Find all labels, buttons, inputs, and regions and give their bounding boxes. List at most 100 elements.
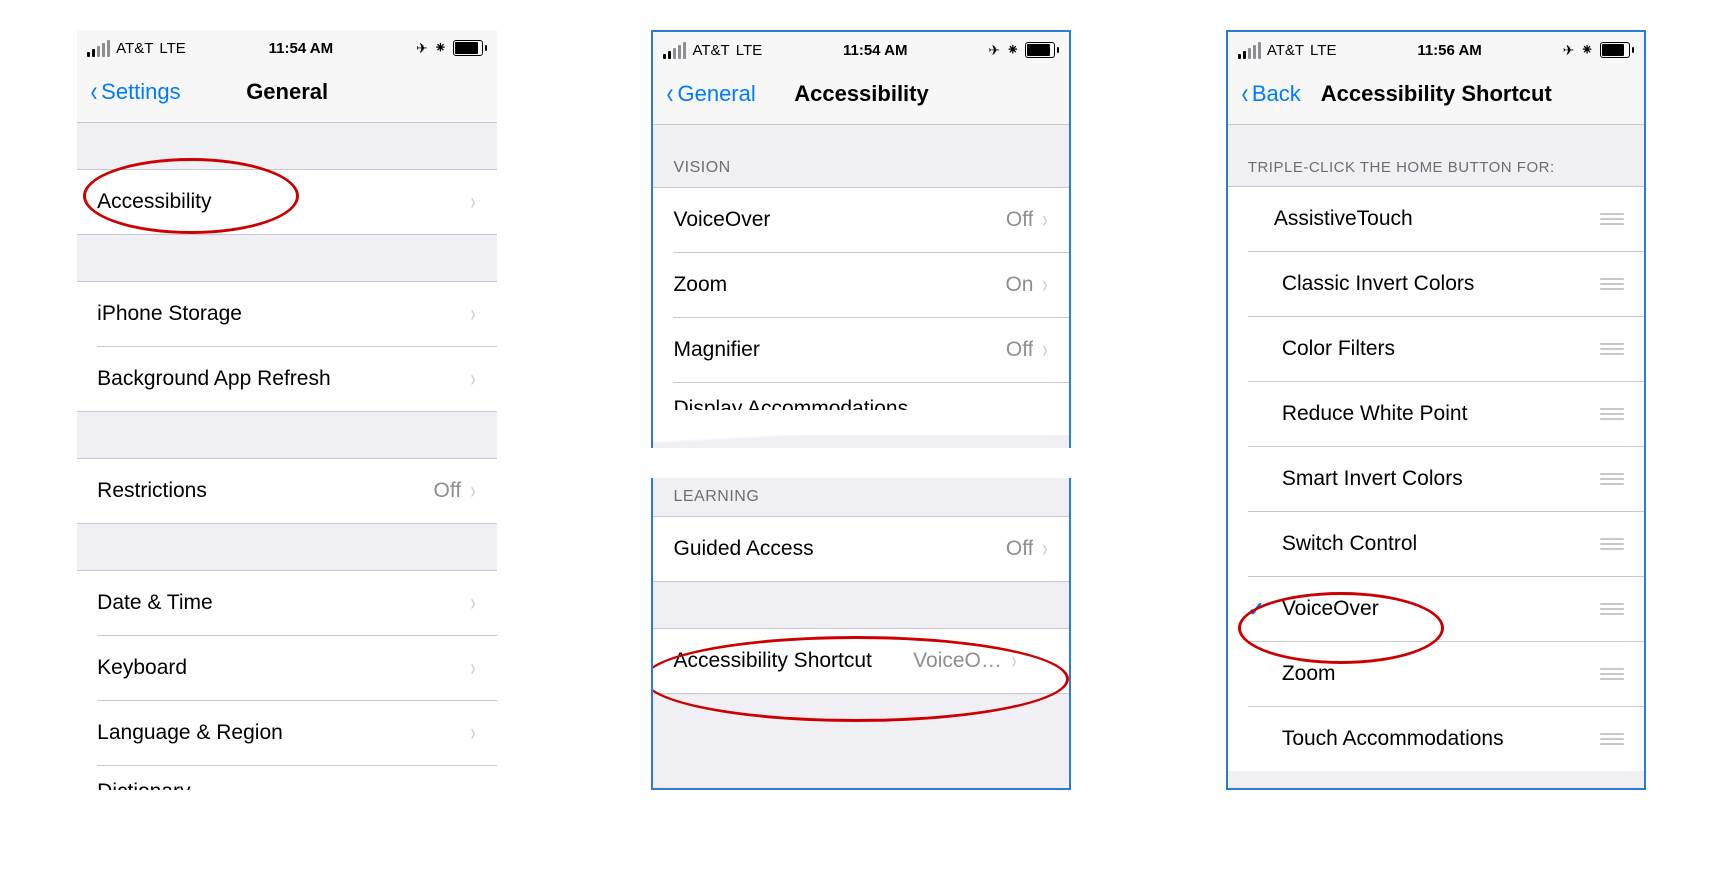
row-label: Background App Refresh [97, 367, 469, 391]
row-restrictions[interactable]: Restrictions Off › [77, 459, 497, 523]
shortcut-row[interactable]: Reduce White Point [1248, 381, 1644, 446]
clock-label: 11:56 AM [1417, 42, 1481, 59]
row-label: AssistiveTouch [1274, 207, 1590, 231]
bluetooth-icon: ⁕ [1006, 40, 1019, 60]
row-language-region[interactable]: Language & Region › [97, 700, 497, 765]
row-accessibility-shortcut[interactable]: Accessibility Shortcut VoiceO… › [653, 629, 1069, 693]
row-value: On [1005, 273, 1033, 297]
shortcut-row[interactable]: Color Filters [1248, 316, 1644, 381]
row-label: VoiceOver [673, 208, 1005, 232]
drag-handle-icon[interactable] [1600, 278, 1624, 290]
drag-handle-icon[interactable] [1600, 473, 1624, 485]
chevron-left-icon: ‹ [91, 83, 98, 101]
shortcut-row[interactable]: Classic Invert Colors [1248, 251, 1644, 316]
chevron-right-icon: › [471, 365, 476, 393]
shortcut-row[interactable]: ✓ VoiceOver [1248, 576, 1644, 641]
back-button[interactable]: ‹ Settings [89, 79, 181, 105]
chevron-right-icon: › [471, 654, 476, 682]
row-date-time[interactable]: Date & Time › [77, 571, 497, 635]
network-label: LTE [736, 42, 762, 59]
row-label: Reduce White Point [1282, 402, 1590, 426]
back-button[interactable]: ‹ General [665, 81, 755, 107]
row-label: Accessibility [97, 190, 469, 214]
row-label: iPhone Storage [97, 302, 469, 326]
row-label: VoiceOver [1282, 597, 1590, 621]
carrier-label: AT&T [1267, 42, 1304, 59]
network-label: LTE [1310, 42, 1336, 59]
row-keyboard[interactable]: Keyboard › [97, 635, 497, 700]
row-label: Display Accommodations [673, 397, 953, 421]
signal-icon [1238, 42, 1261, 59]
back-button[interactable]: ‹ Back [1240, 81, 1301, 107]
location-icon: ✈ [416, 40, 428, 57]
screenshot-accessibility: AT&T LTE 11:54 AM ✈ ⁕ ‹ General Accessib… [651, 30, 1071, 790]
shortcut-row[interactable]: Smart Invert Colors [1248, 446, 1644, 511]
chevron-right-icon: › [1011, 647, 1016, 675]
nav-title: Accessibility Shortcut [1321, 81, 1552, 107]
location-icon: ✈ [1563, 42, 1575, 59]
drag-handle-icon[interactable] [1600, 343, 1624, 355]
chevron-right-icon: › [1043, 336, 1048, 364]
row-accessibility[interactable]: Accessibility › [77, 170, 497, 234]
carrier-label: AT&T [116, 40, 153, 57]
clock-label: 11:54 AM [843, 42, 907, 59]
row-label: Zoom [673, 273, 1005, 297]
drag-handle-icon[interactable] [1600, 733, 1624, 745]
row-zoom[interactable]: Zoom On › [673, 252, 1069, 317]
row-value: VoiceO… [882, 649, 1002, 673]
drag-handle-icon[interactable] [1600, 668, 1624, 680]
drag-handle-icon[interactable] [1600, 538, 1624, 550]
bluetooth-icon: ⁕ [1580, 40, 1593, 60]
checkmark-icon: ✓ [1248, 597, 1274, 622]
row-label: Switch Control [1282, 532, 1590, 556]
bluetooth-icon: ⁕ [434, 38, 447, 58]
row-label: Keyboard [97, 656, 469, 680]
row-value: Off [434, 479, 462, 503]
screenshot-shortcut: AT&T LTE 11:56 AM ✈ ⁕ ‹ Back Accessibili… [1226, 30, 1646, 790]
row-label: Language & Region [97, 721, 469, 745]
row-label: Dictionary [97, 780, 477, 790]
battery-icon [1600, 42, 1634, 58]
shortcut-row[interactable]: AssistiveTouch [1228, 187, 1644, 251]
status-bar: AT&T LTE 11:54 AM ✈ ⁕ [77, 30, 497, 62]
location-icon: ✈ [988, 42, 1000, 59]
chevron-right-icon: › [471, 719, 476, 747]
row-guided-access[interactable]: Guided Access Off › [653, 517, 1069, 581]
shortcut-row[interactable]: Zoom [1248, 641, 1644, 706]
row-label: Touch Accommodations [1282, 727, 1590, 751]
row-label: Smart Invert Colors [1282, 467, 1590, 491]
chevron-right-icon: › [1043, 206, 1048, 234]
cell-group: Accessibility › [77, 169, 497, 235]
row-background-refresh[interactable]: Background App Refresh › [97, 346, 497, 411]
clock-label: 11:54 AM [269, 40, 333, 57]
back-label: General [677, 81, 755, 107]
chevron-left-icon: ‹ [1241, 85, 1248, 103]
row-dictionary[interactable]: Dictionary [97, 765, 497, 790]
row-value: Off [1006, 338, 1034, 362]
shortcut-row[interactable]: Touch Accommodations [1248, 706, 1644, 771]
row-label: Magnifier [673, 338, 1005, 362]
drag-handle-icon[interactable] [1600, 408, 1624, 420]
chevron-right-icon: › [471, 589, 476, 617]
row-iphone-storage[interactable]: iPhone Storage › [77, 282, 497, 346]
chevron-right-icon: › [471, 477, 476, 505]
drag-handle-icon[interactable] [1600, 603, 1624, 615]
chevron-right-icon: › [471, 300, 476, 328]
chevron-right-icon: › [471, 188, 476, 216]
row-label: Restrictions [97, 479, 433, 503]
shortcut-row[interactable]: Switch Control [1248, 511, 1644, 576]
nav-bar: ‹ Settings General [77, 62, 497, 123]
carrier-label: AT&T [692, 42, 729, 59]
row-voiceover[interactable]: VoiceOver Off › [653, 188, 1069, 252]
drag-handle-icon[interactable] [1600, 213, 1624, 225]
section-header-vision: VISION [653, 125, 1069, 187]
row-value: Off [1006, 208, 1034, 232]
row-label: Accessibility Shortcut [673, 649, 871, 673]
row-display-accommodations[interactable]: Display Accommodations [673, 382, 1069, 435]
battery-icon [453, 40, 487, 56]
screenshot-general: AT&T LTE 11:54 AM ✈ ⁕ ‹ Settings General… [77, 30, 497, 790]
shortcut-list: AssistiveTouch Classic Invert ColorsColor… [1228, 186, 1644, 771]
row-label: Guided Access [673, 537, 1005, 561]
row-magnifier[interactable]: Magnifier Off › [673, 317, 1069, 382]
status-bar: AT&T LTE 11:54 AM ✈ ⁕ [653, 32, 1069, 64]
